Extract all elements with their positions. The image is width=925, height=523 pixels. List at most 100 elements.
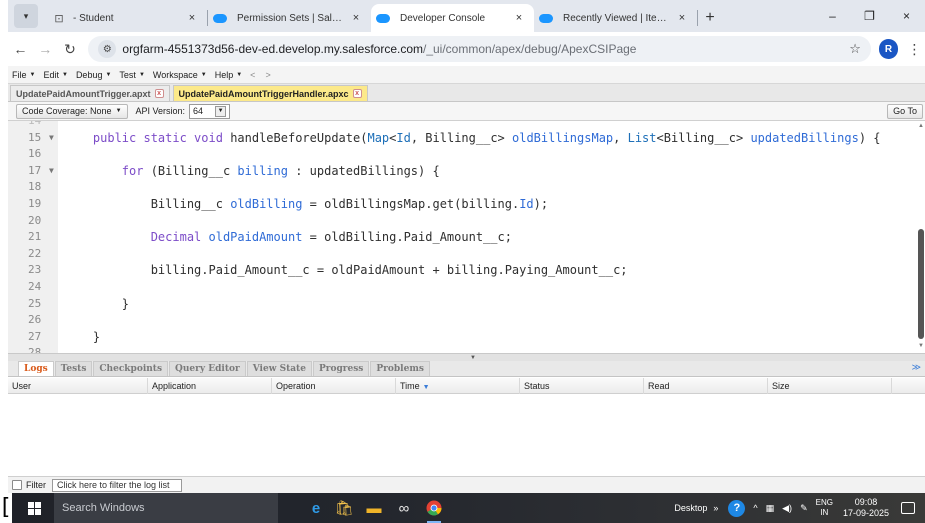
close-icon[interactable]: × xyxy=(185,12,199,24)
edge-icon[interactable]: e xyxy=(302,497,330,519)
menu-test[interactable]: Test ▼ xyxy=(119,70,144,80)
log-table-body[interactable] xyxy=(8,394,925,476)
code-line[interactable]: 21 Decimal oldPaidAmount = oldBilling.Pa… xyxy=(8,229,917,245)
explorer-icon[interactable]: ▬ xyxy=(360,497,388,519)
history-forward-button[interactable]: > xyxy=(265,70,270,80)
new-tab-button[interactable]: + xyxy=(698,4,722,32)
code-line[interactable]: 26 xyxy=(8,312,917,328)
desktop-toolbar-label[interactable]: Desktop xyxy=(674,503,707,513)
editor-scrollbar[interactable]: ▲ ▼ xyxy=(917,121,925,353)
column-status[interactable]: Status xyxy=(520,378,644,394)
code-line[interactable]: 18 xyxy=(8,179,917,195)
infinity-icon[interactable]: ∞ xyxy=(390,497,418,519)
browser-tab-student[interactable]: ⊡ - Student × xyxy=(44,4,207,32)
site-settings-icon[interactable]: ⚙ xyxy=(98,40,117,58)
start-button[interactable] xyxy=(14,493,54,523)
code-editor[interactable]: 1415 ▼ public static void handleBeforeUpd… xyxy=(8,121,917,353)
tab-search-button[interactable]: ▾ xyxy=(14,4,38,28)
close-icon[interactable]: × xyxy=(512,12,526,24)
code-line[interactable]: 23 billing.Paid_Amount__c = oldPaidAmoun… xyxy=(8,262,917,278)
taskbar-search[interactable]: Search Windows xyxy=(54,493,278,523)
code-line[interactable]: 27 } xyxy=(8,329,917,345)
menu-debug[interactable]: Debug ▼ xyxy=(76,70,111,80)
column-operation[interactable]: Operation xyxy=(272,378,396,394)
lang-code: ENG xyxy=(815,498,833,507)
chrome-icon[interactable] xyxy=(420,497,448,523)
minimize-button[interactable]: – xyxy=(814,0,851,32)
forward-button[interactable]: → xyxy=(33,36,58,62)
code-line[interactable]: 19 Billing__c oldBilling = oldBillingsMa… xyxy=(8,196,917,212)
close-icon[interactable]: × xyxy=(349,12,363,24)
file-tab-handler[interactable]: UpdatePaidAmountTriggerHandler.apxc x xyxy=(172,85,368,101)
close-window-button[interactable]: × xyxy=(888,0,925,32)
network-icon[interactable]: ▦ xyxy=(766,503,775,514)
back-button[interactable]: ← xyxy=(8,36,33,62)
scrollbar-thumb[interactable] xyxy=(918,229,924,339)
address-bar[interactable]: ⚙ orgfarm-4551373d56-dev-ed.develop.my.s… xyxy=(88,36,871,62)
store-icon[interactable]: 🛍 xyxy=(330,497,358,519)
browser-menu-icon[interactable]: ⋮ xyxy=(904,41,925,58)
reload-button[interactable]: ↻ xyxy=(58,36,83,62)
browser-tab-permission-sets[interactable]: Permission Sets | Salesforce × xyxy=(208,4,371,32)
code-line[interactable]: 22 xyxy=(8,246,917,262)
code-line[interactable]: 17 ▼ for (Billing__c billing : updatedBil… xyxy=(8,163,917,179)
code-coverage-dropdown[interactable]: Code Coverage: None ▼ xyxy=(16,103,128,119)
column-label: Operation xyxy=(276,381,316,391)
chevron-down-icon: ▼ xyxy=(29,71,36,78)
bookmark-star-icon[interactable]: ☆ xyxy=(849,41,861,57)
history-back-button[interactable]: < xyxy=(250,70,255,80)
column-time[interactable]: Time ▼ xyxy=(396,378,520,394)
close-icon[interactable]: × xyxy=(675,12,689,24)
clock[interactable]: 09:08 17-09-2025 xyxy=(843,497,889,519)
filter-checkbox[interactable] xyxy=(12,480,22,490)
close-icon[interactable]: x xyxy=(352,89,362,98)
menu-file[interactable]: File ▼ xyxy=(12,70,35,80)
tab-checkpoints[interactable]: Checkpoints xyxy=(93,361,169,376)
column-label: Status xyxy=(524,381,550,391)
browser-tab-developer-console[interactable]: Developer Console × xyxy=(371,4,534,32)
code-line[interactable]: 25 } xyxy=(8,296,917,312)
code-line[interactable]: 14 xyxy=(8,121,917,129)
notification-icon[interactable] xyxy=(901,502,915,514)
column-read[interactable]: Read xyxy=(644,378,768,394)
api-version-select[interactable]: 64 ▼ xyxy=(189,103,231,119)
fold-toggle-icon[interactable]: ▼ xyxy=(49,130,54,146)
help-icon[interactable]: ? xyxy=(728,499,746,517)
column-application[interactable]: Application xyxy=(148,378,272,394)
browser-tab-recently-viewed[interactable]: Recently Viewed | Items | Salesf × xyxy=(534,4,697,32)
go-to-button[interactable]: Go To xyxy=(887,103,923,119)
column-label: Read xyxy=(648,381,670,391)
restore-button[interactable]: ❐ xyxy=(851,0,888,32)
code-line[interactable]: 24 xyxy=(8,279,917,295)
tab-problems[interactable]: Problems xyxy=(370,361,430,376)
fold-toggle-icon[interactable]: ▼ xyxy=(49,163,54,179)
tab-logs[interactable]: Logs xyxy=(18,361,54,376)
menu-edit[interactable]: Edit ▼ xyxy=(43,70,67,80)
pen-icon[interactable]: ✎ xyxy=(800,503,808,514)
chevron-up-icon[interactable]: ^ xyxy=(753,503,757,513)
toolbar-chevron[interactable]: » xyxy=(713,503,718,513)
scroll-down-icon[interactable]: ▼ xyxy=(917,343,925,349)
tab-tests[interactable]: Tests xyxy=(54,361,93,376)
filter-input[interactable]: Click here to filter the log list xyxy=(52,478,182,492)
column-size[interactable]: Size xyxy=(768,378,892,394)
code-line[interactable]: 20 xyxy=(8,213,917,229)
tab-query-editor[interactable]: Query Editor xyxy=(169,361,246,376)
code-line[interactable]: 28 xyxy=(8,345,917,353)
language-indicator[interactable]: ENG IN xyxy=(816,498,833,518)
close-icon[interactable]: x xyxy=(154,89,164,98)
scroll-up-icon[interactable]: ▲ xyxy=(917,123,925,129)
file-tab-trigger[interactable]: UpdatePaidAmountTrigger.apxt x xyxy=(10,85,170,101)
menu-help[interactable]: Help ▼ xyxy=(215,70,242,80)
menu-workspace[interactable]: Workspace ▼ xyxy=(153,70,207,80)
collapse-panel-icon[interactable]: ≫ xyxy=(912,362,921,373)
column-user[interactable]: User xyxy=(8,378,148,394)
profile-avatar[interactable]: R xyxy=(878,39,899,59)
tab-view-state[interactable]: View State xyxy=(246,361,312,376)
tab-progress[interactable]: Progress xyxy=(312,361,370,376)
line-number: 26 xyxy=(28,313,42,327)
code-line[interactable]: 16 xyxy=(8,146,917,162)
code-line[interactable]: 15 ▼ public static void handleBeforeUpdat… xyxy=(8,130,917,146)
panel-splitter[interactable]: ▼ xyxy=(8,353,925,361)
volume-icon[interactable]: ◀) xyxy=(782,503,792,514)
